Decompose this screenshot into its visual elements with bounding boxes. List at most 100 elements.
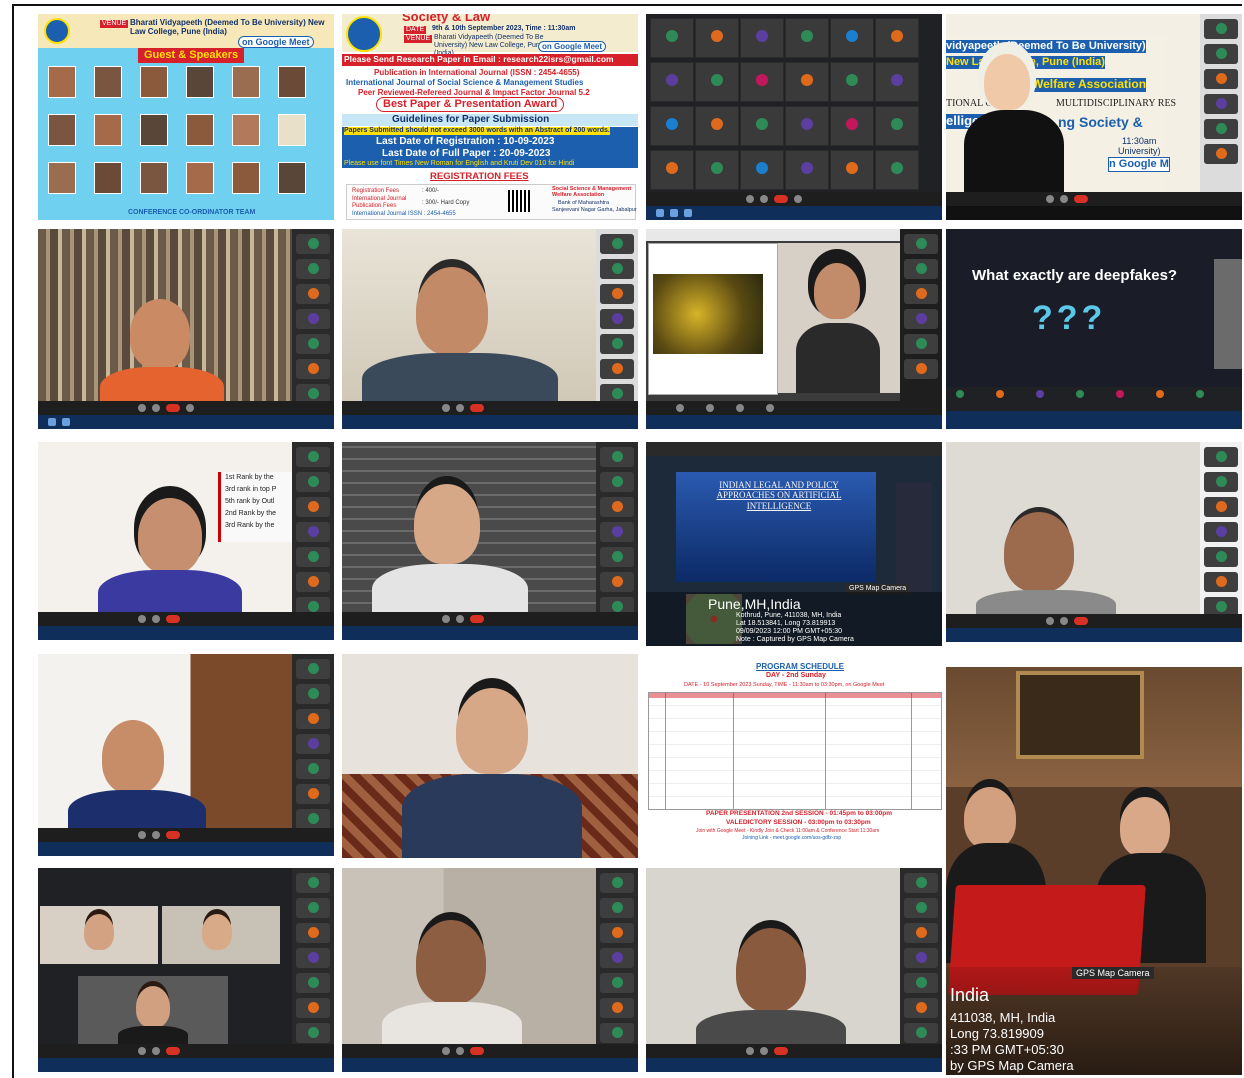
- speaker-head: [416, 920, 486, 1004]
- bank-line-1: Social Science & Management Welfare Asso…: [552, 186, 632, 199]
- venue-tag: VENUE: [404, 35, 433, 44]
- gps-photo-presentation: INDIAN LEGAL AND POLICY APPROACHES ON AR…: [646, 442, 942, 646]
- fee-label-1: Registration Fees: [352, 188, 400, 194]
- award-banner: Best Paper & Presentation Award: [376, 97, 565, 112]
- venue-text: Bharati Vidyapeeth (Deemed To Be Univers…: [130, 18, 325, 37]
- paper-deadline: Last Date of Full Paper : 20-09-2023: [382, 148, 551, 159]
- slide-line-10: n Google M: [1108, 157, 1170, 172]
- gps-city: India: [950, 985, 990, 1005]
- schedule-day: DAY - 2nd Sunday: [766, 672, 826, 679]
- speakers-poster: VENUE Bharati Vidyapeeth (Deemed To Be U…: [38, 14, 334, 220]
- meet-speaker-slide: vidyapeeth (Deemed To Be University) New…: [946, 14, 1242, 220]
- question-marks: ???: [1032, 299, 1107, 337]
- publication-line-1: Publication in International Journal (IS…: [374, 68, 580, 77]
- meet-speaker-rankings: 1st Rank by the 3rd rank in top P 5th ra…: [38, 442, 334, 640]
- font-note: Please use font Times New Roman for Engl…: [344, 160, 575, 167]
- speaker-head: [456, 688, 528, 774]
- speaker-photos: [48, 66, 328, 206]
- registration-deadline: Last Date of Registration : 10-09-2023: [376, 136, 555, 147]
- publication-line-3: Peer Reviewed-Refereed Journal & Impact …: [358, 88, 590, 97]
- gps-city: Pune,MH,India: [708, 596, 801, 612]
- shared-slide: INDIAN LEGAL AND POLICY APPROACHES ON AR…: [676, 472, 876, 582]
- participant-head-2: [1120, 797, 1170, 857]
- gps-address: 411038, MH, India: [950, 1010, 1056, 1025]
- gps-photo-participants: GPS Map Camera India 411038, MH, India L…: [946, 667, 1242, 1075]
- slide-line-7: ng Society &: [1058, 114, 1143, 130]
- deepfake-question: What exactly are deepfakes?: [972, 267, 1178, 284]
- coordinator-team: CONFERENCE CO-ORDINATOR TEAM: [128, 209, 256, 216]
- email-text: Please Send Research Paper in Email : re…: [344, 54, 614, 64]
- fees-heading: REGISTRATION FEES: [430, 171, 529, 182]
- gps-timestamp: 09/09/2023 12:00 PM GMT+05:30: [736, 628, 843, 635]
- presenter-body: [964, 110, 1064, 196]
- taskbar: [646, 206, 942, 220]
- meet-speaker-office: [342, 229, 638, 429]
- word-limit: Papers Submitted should not exceed 3000 …: [344, 127, 610, 136]
- meet-screen-share-map: [646, 229, 942, 429]
- participant-grid: [650, 18, 920, 196]
- meet-speaker-young-man: [342, 442, 638, 640]
- schedule-table: [648, 692, 942, 810]
- shared-window: [648, 243, 778, 395]
- participant-view-2: [162, 906, 280, 964]
- date-text: 9th & 10th September 2023, Time : 11:30a…: [432, 25, 576, 32]
- schedule-join: Join with Google Meet - Kindly Join & Ch…: [696, 828, 880, 834]
- guidelines-heading: Guidelines for Paper Submission: [392, 114, 550, 125]
- meet-multi-view: [38, 868, 334, 1072]
- schedule-valedictory: VALEDICTORY SESSION - 03:00pm to 03:30pm: [726, 819, 871, 826]
- gps-note: by GPS Map Camera: [950, 1058, 1074, 1073]
- fee-value-2: : 300/- Hard Copy: [422, 200, 470, 206]
- gps-badge: GPS Map Camera: [1072, 967, 1154, 980]
- schedule-session: PAPER PRESENTATION 2nd SESSION - 01:45pm…: [706, 810, 893, 817]
- speaker-video: [778, 243, 900, 393]
- presenter-head: [984, 54, 1030, 110]
- meet-badge: on Google Meet: [538, 41, 606, 53]
- shared-slide-title: INDIAN LEGAL AND POLICY APPROACHES ON AR…: [716, 480, 842, 511]
- gps-timestamp: :33 PM GMT+05:30: [950, 1042, 1064, 1057]
- meet-speaker-woman-2: [646, 868, 942, 1072]
- fee-value-1: : 400/-: [422, 188, 440, 194]
- slide-line-5: MULTIDISCIPLINARY RES: [1056, 98, 1177, 109]
- gps-address: Kothrud, Pune, 411038, MH, India: [736, 612, 842, 619]
- meet-speaker-library: [38, 229, 334, 429]
- speaker-body: [402, 774, 582, 858]
- date-tag: DATE: [404, 26, 427, 35]
- speaker-head: [414, 484, 480, 564]
- gps-latlong: Long 73.819909: [950, 1026, 1044, 1041]
- meet-badge: on Google Meet: [238, 36, 314, 49]
- venue-tag: VENUE: [100, 20, 129, 29]
- schedule-date: DATE - 10 September 2023 Sunday, TIME - …: [684, 682, 885, 688]
- slide-line-8: 11:30am: [1122, 136, 1157, 146]
- meet-speaker-man-glasses: [946, 442, 1242, 642]
- schedule-title: PROGRAM SCHEDULE: [756, 662, 845, 671]
- speaker-head: [130, 299, 190, 369]
- speaker-head: [138, 498, 202, 574]
- poster-logo: [346, 16, 382, 52]
- meet-speaker-woman-glasses: [342, 868, 638, 1072]
- slide-line-9: University): [1118, 146, 1161, 156]
- schedule-link: Joining Link - meet.google.com/uos-gdfz-…: [742, 835, 842, 841]
- poster-heading: Guest & Speakers: [138, 48, 245, 63]
- speaker-head: [416, 267, 488, 355]
- bank-line-3: Sanjeevani Nagar Garha, Jabalpur: [552, 207, 637, 213]
- meet-speaker-vest: [38, 654, 334, 856]
- slide-line-3: Welfare Association: [1032, 77, 1147, 92]
- publication-line-2: International Journal of Social Science …: [346, 78, 584, 87]
- gps-latlong: Lat 18.513841, Long 73.819913: [736, 620, 836, 627]
- slide-line-1: vidyapeeth (Deemed To Be University): [946, 40, 1146, 53]
- speaker-head: [736, 928, 806, 1012]
- photo-speaker-woman: [342, 654, 638, 858]
- meet-deepfake-slide: What exactly are deepfakes? ???: [946, 229, 1242, 429]
- participant-view-3: [78, 976, 228, 1048]
- speaker-head: [102, 720, 164, 794]
- participant-view-1: [40, 906, 158, 964]
- meet-grid-screen-1: [646, 14, 942, 220]
- participant-head-1: [964, 787, 1016, 849]
- journal-issn: International Journal ISSN : 2454-4655: [352, 211, 456, 217]
- poster-title: Society & Law: [402, 14, 491, 24]
- call-for-papers-poster: Society & Law DATE 9th & 10th September …: [342, 14, 638, 220]
- rank-board: 1st Rank by the 3rd rank in top P 5th ra…: [218, 472, 297, 542]
- meet-controls: [646, 192, 942, 206]
- poster-logo: [44, 18, 70, 44]
- qr-code: [508, 190, 530, 212]
